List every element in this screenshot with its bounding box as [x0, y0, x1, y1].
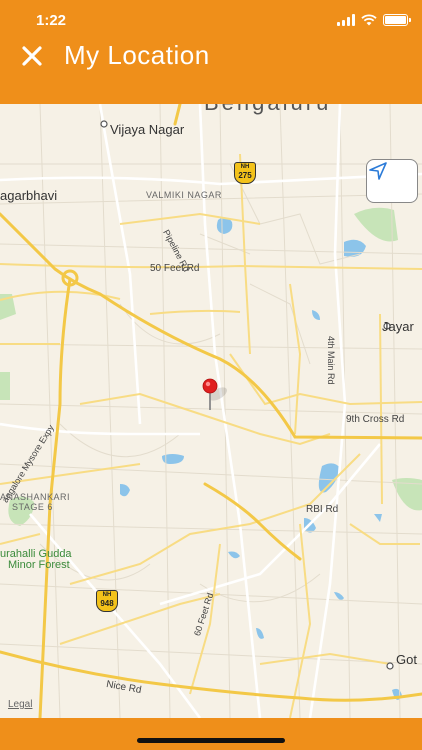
- map-label-nagarbhavi: agarbhavi: [0, 188, 58, 203]
- map-label-jayanagar: Jayar: [382, 319, 414, 334]
- page-title: My Location: [64, 40, 210, 70]
- map-label-stage-6: STAGE 6: [12, 502, 53, 512]
- highway-shield-nh948: NH 948: [96, 590, 118, 612]
- footer-bar: [0, 718, 422, 750]
- map-label-minor-forest: Minor Forest: [8, 559, 70, 571]
- map-label-got: Got: [396, 652, 417, 667]
- map-label-4th-main-rd: 4th Main Rd: [326, 336, 336, 385]
- status-icons: [337, 12, 411, 28]
- app-header: 1:22 My Location: [0, 0, 422, 104]
- cellular-signal-icon: [337, 14, 355, 26]
- highway-shield-nh275: NH 275: [234, 162, 256, 184]
- wifi-icon: [361, 14, 377, 26]
- location-arrow-icon: [369, 162, 387, 180]
- current-location-button[interactable]: [366, 159, 418, 203]
- legal-link[interactable]: Legal: [8, 699, 32, 710]
- map-label-50-feet-rd: 50 Feet Rd: [150, 263, 200, 274]
- close-button[interactable]: [16, 40, 48, 72]
- map-label-vijaya-nagar: Vijaya Nagar: [110, 122, 185, 137]
- map-label-valmiki-nagar: VALMIKI NAGAR: [146, 190, 222, 200]
- map-view[interactable]: Bengaluru Vijaya Nagar agarbhavi VALMIKI…: [0, 104, 422, 718]
- map-label-9th-cross-rd: 9th Cross Rd: [346, 414, 405, 425]
- map-label-rbi-rd: RBI Rd: [306, 504, 339, 515]
- battery-icon: [383, 14, 411, 26]
- city-label: Bengaluru: [204, 104, 331, 116]
- status-time: 1:22: [36, 12, 67, 29]
- map-label-banashankari: ANASHANKARI: [0, 492, 71, 502]
- close-icon: [22, 46, 42, 66]
- home-indicator[interactable]: [137, 738, 285, 743]
